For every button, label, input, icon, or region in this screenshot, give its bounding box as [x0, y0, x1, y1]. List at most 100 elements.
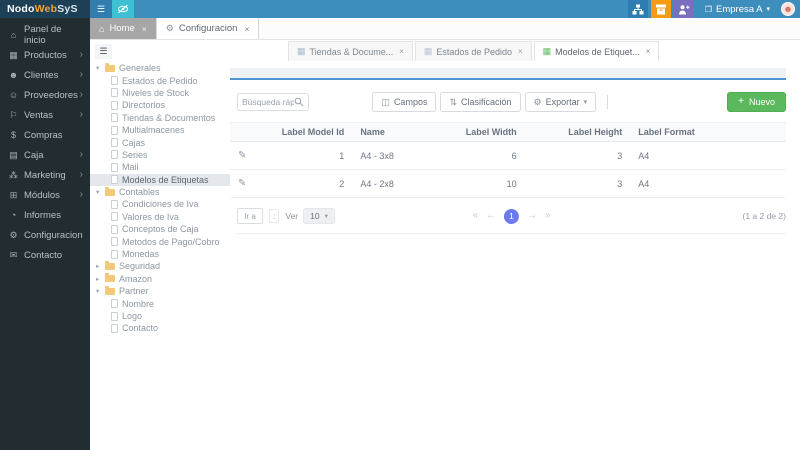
edit-icon[interactable]: ✎	[238, 178, 246, 189]
grid-caption-bar	[230, 68, 786, 80]
tree-item-modelos-de-etiquetas[interactable]: Modelos de Etiquetas	[90, 174, 230, 186]
tree-collapse-button[interactable]: ☰	[95, 44, 112, 59]
products-icon: ▦	[7, 50, 20, 61]
next-page-button[interactable]: →	[527, 211, 537, 221]
tree-item-contacto[interactable]: Contacto	[90, 322, 230, 334]
tree-item-seguridad[interactable]: Seguridad	[90, 260, 230, 272]
sitemap-icon	[632, 4, 644, 15]
grid-actions: ◫ Campos ⇅ Clasificación ⚙ Exportar ▾	[372, 92, 615, 112]
close-icon[interactable]: ×	[142, 24, 147, 34]
file-icon	[111, 138, 118, 147]
column-header-label-height[interactable]: Label Height	[525, 123, 631, 142]
sidebar-item-informes[interactable]: ◔Informes	[0, 205, 90, 225]
quick-search-box[interactable]	[237, 93, 309, 111]
data-grid: Label Model Id Name Label Width Label He…	[230, 122, 786, 198]
close-icon[interactable]: ×	[518, 47, 523, 56]
sidebar-toggle-button[interactable]: ☰	[90, 0, 112, 18]
tree-item-tiendas-documentos[interactable]: Tiendas & Documentos	[90, 112, 230, 124]
tree-item-contables[interactable]: Contables	[90, 186, 230, 198]
file-icon	[111, 88, 118, 97]
sidebar-item-marketing[interactable]: ⁂Marketing	[0, 165, 90, 185]
tree-item-generales[interactable]: Generales	[90, 62, 230, 74]
user-plus-icon	[678, 4, 690, 15]
tree-item-partner[interactable]: Partner	[90, 285, 230, 297]
close-icon[interactable]: ×	[244, 24, 249, 34]
tree-label: Mail	[122, 162, 139, 172]
organization-button[interactable]	[628, 0, 648, 18]
content-area: ☰ Generales Estados de Pedido Niveles de…	[90, 40, 800, 450]
expander-icon[interactable]	[96, 188, 105, 196]
visibility-toggle-button[interactable]	[112, 0, 134, 18]
close-icon[interactable]: ×	[646, 47, 651, 56]
edit-icon[interactable]: ✎	[238, 150, 246, 161]
tree-label: Niveles de Stock	[122, 88, 189, 98]
tree-item-mail[interactable]: Mail	[90, 161, 230, 173]
table-row[interactable]: ✎ 1 A4 - 3x8 6 3 A4	[230, 142, 786, 170]
page-size-select[interactable]: 10 ▾	[303, 208, 335, 224]
tree-label: Multialmacenes	[122, 125, 185, 135]
tree-item-logo[interactable]: Logo	[90, 310, 230, 322]
tree-item-amazon[interactable]: Amazon	[90, 273, 230, 285]
sidebar-item-ventas[interactable]: ⚐Ventas	[0, 105, 90, 125]
column-header-label-width[interactable]: Label Width	[452, 123, 524, 142]
first-page-button[interactable]: «	[472, 211, 478, 221]
tree-item-directorios[interactable]: Directorios	[90, 99, 230, 111]
tab-label: Home	[109, 23, 134, 34]
column-header-label-format[interactable]: Label Format	[630, 123, 786, 142]
clasificacion-button[interactable]: ⇅ Clasificación	[440, 92, 520, 112]
expander-icon[interactable]	[96, 64, 105, 72]
current-page-badge[interactable]: 1	[504, 209, 519, 224]
tree-item-nombre[interactable]: Nombre	[90, 297, 230, 309]
expander-icon[interactable]	[96, 287, 105, 295]
tree-item-monedas[interactable]: Monedas	[90, 248, 230, 260]
goto-page-input[interactable]	[237, 208, 263, 224]
tree-item-conceptos-de-caja[interactable]: Conceptos de Caja	[90, 223, 230, 235]
inventory-button[interactable]	[651, 0, 671, 18]
tab-tiendas-documentos[interactable]: ▦ Tiendas & Docume... ×	[288, 41, 413, 61]
button-label: Campos	[394, 97, 428, 107]
chevron-right-icon	[80, 170, 83, 180]
tab-estados-de-pedido[interactable]: ▦ Estados de Pedido ×	[415, 41, 532, 61]
exportar-button[interactable]: ⚙ Exportar ▾	[525, 92, 597, 112]
tree-label: Nombre	[122, 299, 154, 309]
sidebar-item-clientes[interactable]: ☻Clientes	[0, 65, 90, 85]
close-icon[interactable]: ×	[399, 47, 404, 56]
sidebar-item-proveedores[interactable]: ☺Proveedores	[0, 85, 90, 105]
add-user-button[interactable]	[674, 0, 694, 18]
tree-item-metodos-de-pago[interactable]: Metodos de Pago/Cobro	[90, 235, 230, 247]
table-row[interactable]: ✎ 2 A4 - 2x8 10 3 A4	[230, 170, 786, 198]
tab-configuracion[interactable]: ⚙ Configuracion ×	[157, 18, 260, 39]
last-page-button[interactable]: »	[545, 211, 551, 221]
cash-icon: ▤	[7, 150, 20, 161]
company-switcher[interactable]: ❐ Empresa A ▾	[697, 0, 778, 18]
expander-icon[interactable]	[96, 275, 105, 283]
tree-item-cajas[interactable]: Cajas	[90, 136, 230, 148]
column-header-name[interactable]: Name	[352, 123, 452, 142]
sidebar-item-productos[interactable]: ▦Productos	[0, 45, 90, 65]
gear-icon: ⚙	[534, 97, 542, 108]
prev-page-button[interactable]: ←	[486, 211, 496, 221]
sidebar-item-modulos[interactable]: ⊞Módulos	[0, 185, 90, 205]
sidebar-item-contacto[interactable]: ✉Contacto	[0, 245, 90, 265]
tree-item-valores-de-iva[interactable]: Valores de Iva	[90, 211, 230, 223]
tree-item-estados-de-pedido[interactable]: Estados de Pedido	[90, 74, 230, 86]
expander-icon[interactable]	[96, 262, 105, 270]
tab-home[interactable]: ⌂ Home ×	[90, 18, 157, 39]
search-input[interactable]	[242, 97, 294, 107]
sidebar-item-compras[interactable]: $Compras	[0, 125, 90, 145]
tree-item-series[interactable]: Series	[90, 149, 230, 161]
user-avatar[interactable]: ☻	[781, 2, 795, 16]
column-header-label-model-id[interactable]: Label Model Id	[263, 123, 352, 142]
tab-modelos-de-etiquetas[interactable]: ▦ Modelos de Etiquet... ×	[534, 41, 660, 61]
tree-item-condiciones-de-iva[interactable]: Condiciones de Iva	[90, 198, 230, 210]
sidebar-item-caja[interactable]: ▤Caja	[0, 145, 90, 165]
tree-item-multialmacenes[interactable]: Multialmacenes	[90, 124, 230, 136]
reports-icon: ◔	[7, 210, 20, 220]
file-icon	[111, 101, 118, 110]
nuevo-button[interactable]: + Nuevo	[727, 92, 786, 112]
sidebar-item-panel-de-inicio[interactable]: ⌂Panel de inicio	[0, 25, 90, 45]
campos-button[interactable]: ◫ Campos	[372, 92, 436, 112]
sidebar-item-configuracion[interactable]: ⚙Configuracion	[0, 225, 90, 245]
tree-item-niveles-de-stock[interactable]: Niveles de Stock	[90, 87, 230, 99]
modules-icon: ⊞	[7, 190, 20, 201]
